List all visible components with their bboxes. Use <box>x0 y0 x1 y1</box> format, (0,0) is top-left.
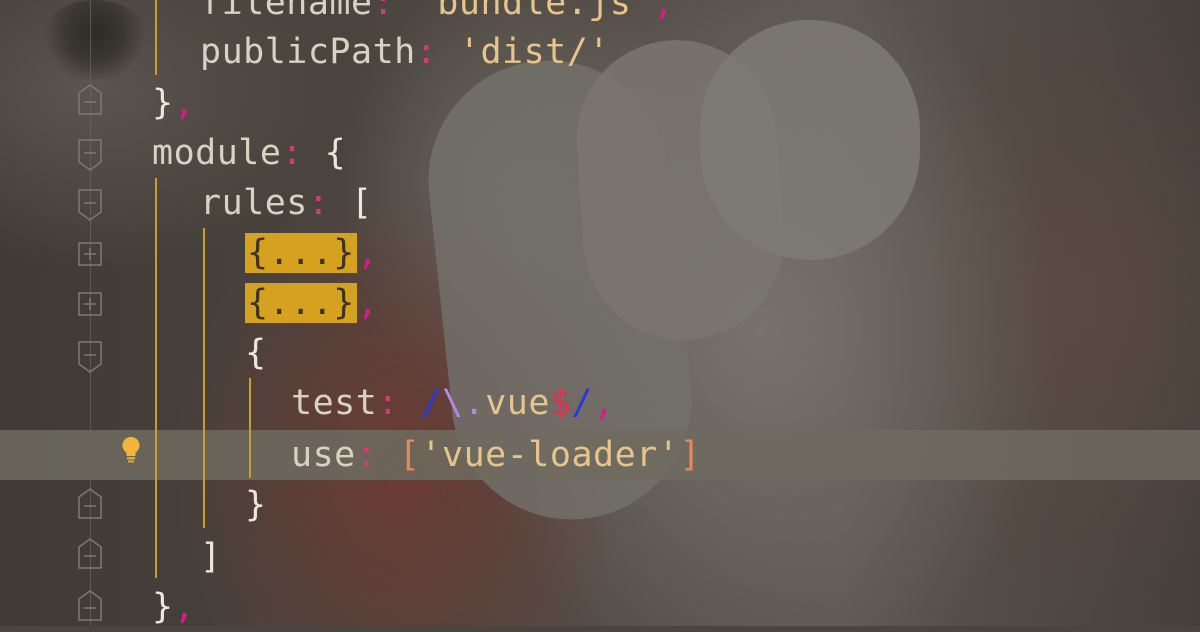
code-line-module[interactable]: module: { <box>152 128 346 178</box>
fold-collapse-icon[interactable] <box>78 538 102 574</box>
closing-brace: } <box>152 83 174 123</box>
fold-expand-icon[interactable] <box>78 240 102 276</box>
property-key: publicPath <box>200 32 416 72</box>
opening-brace: { <box>245 333 267 373</box>
code-line-publicpath[interactable]: publicPath: 'dist/' <box>200 27 610 77</box>
code-line-folded-rule-2[interactable]: {...}, <box>245 278 378 328</box>
string-literal: 'vue-loader' <box>420 435 680 475</box>
string-literal: 'dist/' <box>458 32 610 72</box>
code-line-object-close[interactable]: } <box>245 480 267 530</box>
regex-text: vue <box>485 383 550 423</box>
indent-guide <box>155 178 157 578</box>
property-key: test <box>291 383 378 423</box>
closing-brace: } <box>245 485 267 525</box>
indent-guide <box>249 378 251 478</box>
colon: : <box>415 32 438 72</box>
code-line-test[interactable]: test: /\.vue$/, <box>291 378 615 428</box>
opening-brace: { <box>324 133 347 173</box>
code-line-object-open[interactable]: { <box>245 328 267 378</box>
property-key: module <box>152 133 282 173</box>
code-line-output-close[interactable]: }, <box>152 78 195 128</box>
fold-collapse-icon[interactable] <box>78 186 102 222</box>
comma: , <box>173 587 196 627</box>
colon: : <box>355 435 378 475</box>
wallpaper-eye <box>40 0 150 80</box>
opening-bracket: [ <box>351 183 373 223</box>
colon: : <box>377 383 399 423</box>
colon: : <box>372 0 395 23</box>
fold-collapse-icon[interactable] <box>78 488 102 524</box>
fold-collapse-icon[interactable] <box>78 84 102 120</box>
regex-dot: . <box>463 383 486 423</box>
property-key: rules <box>200 183 308 223</box>
property-key: use <box>291 435 356 475</box>
fold-expand-icon[interactable] <box>78 290 102 326</box>
indent-guide <box>203 228 205 528</box>
comma: , <box>653 0 675 23</box>
code-line-rules-close[interactable]: ] <box>200 532 222 582</box>
regex-escape: \ <box>442 383 464 423</box>
regex-delimiter: / <box>420 383 443 423</box>
comma: , <box>356 233 379 273</box>
code-line-folded-rule-1[interactable]: {...}, <box>245 228 378 278</box>
array-close-bracket: ] <box>679 435 701 475</box>
indent-guide <box>155 0 157 75</box>
fold-collapse-icon[interactable] <box>78 136 102 172</box>
comma: , <box>173 83 196 123</box>
code-line-rules[interactable]: rules: [ <box>200 178 373 228</box>
colon: : <box>307 183 330 223</box>
code-line-filename[interactable]: filename: 'bundle.js', <box>200 0 675 28</box>
wallpaper-finger <box>700 20 920 260</box>
comma: , <box>593 383 615 423</box>
array-open-bracket: [ <box>398 435 421 475</box>
lightbulb-icon[interactable] <box>121 436 141 464</box>
folded-region[interactable]: {...} <box>245 233 357 273</box>
folded-region[interactable]: {...} <box>245 283 357 323</box>
string-literal: 'bundle.js' <box>415 0 654 23</box>
code-line-use[interactable]: use: ['vue-loader'] <box>291 430 701 480</box>
closing-bracket: ] <box>200 537 222 577</box>
closing-brace: } <box>152 587 174 627</box>
property-key: filename <box>200 0 373 23</box>
regex-anchor: $ <box>549 383 572 423</box>
comma: , <box>356 283 379 323</box>
code-line-module-close[interactable]: }, <box>152 582 195 632</box>
colon: : <box>281 133 304 173</box>
regex-delimiter: / <box>571 383 594 423</box>
fold-collapse-icon[interactable] <box>78 590 102 626</box>
fold-collapse-icon[interactable] <box>78 338 102 374</box>
